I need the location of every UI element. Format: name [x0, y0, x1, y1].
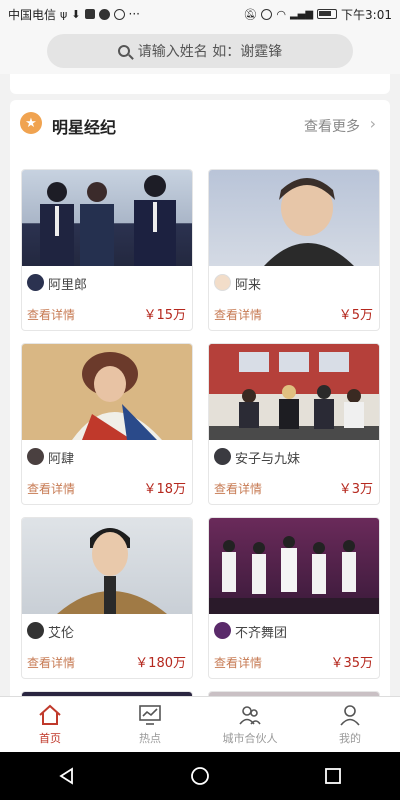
nav-mine[interactable]: 我的 — [300, 697, 400, 752]
portrait-silhouette — [72, 352, 162, 440]
artist-name: 安子与九妹 — [235, 452, 301, 467]
chevron-right-icon[interactable]: › — [370, 114, 376, 133]
artist-photo[interactable] — [209, 170, 379, 266]
artist-price: ￥3万 — [338, 482, 373, 497]
nav-label: 我的 — [339, 731, 361, 745]
star-agency-section: ★ 明星经纪 查看更多 › 阿里郎 查看详情 ￥15万 阿来 查看详情 ￥5万 … — [10, 100, 390, 696]
search-input[interactable]: 请输入姓名 如：谢霆锋 — [47, 34, 353, 68]
artist-price: ￥35万 — [330, 656, 373, 671]
nav-home[interactable]: 首页 — [0, 697, 100, 752]
artist-name: 阿里郎 — [48, 278, 88, 293]
nav-label: 热点 — [139, 731, 161, 745]
artist-name: 不齐舞团 — [235, 626, 288, 641]
view-detail-link[interactable]: 查看详情 — [27, 654, 75, 671]
status-bar: 中国电信 ψ ⬇ ··· 🔕︎ ◠ ▂▄▆ 下午3:01 — [0, 0, 400, 28]
signal-icon: ▂▄▆ — [289, 8, 314, 20]
search-icon — [117, 45, 130, 57]
chat-icon — [98, 8, 110, 20]
avatar — [27, 448, 44, 465]
artist-photo[interactable] — [22, 344, 192, 440]
recents-icon[interactable] — [323, 766, 343, 786]
group-silhouettes — [40, 175, 176, 266]
section-header: ★ 明星经纪 查看更多 › — [10, 100, 390, 150]
avatar — [214, 448, 231, 465]
trend-chart-icon — [139, 704, 161, 725]
artist-card[interactable]: 阿来 查看详情 ￥5万 — [208, 169, 380, 331]
section-title: 明星经纪 — [52, 118, 117, 137]
clock: 下午3:01 — [341, 7, 392, 22]
home-icon — [39, 704, 61, 725]
user-icon — [340, 704, 360, 726]
previous-section-card — [10, 74, 390, 94]
content-scroll[interactable]: ★ 明星经纪 查看更多 › 阿里郎 查看详情 ￥15万 阿来 查看详情 ￥5万 … — [0, 74, 400, 696]
artist-price: ￥180万 — [135, 656, 186, 671]
view-detail-link[interactable]: 查看详情 — [214, 654, 262, 671]
artist-price: ￥5万 — [338, 308, 373, 323]
view-detail-link[interactable]: 查看详情 — [27, 480, 75, 497]
artist-card[interactable]: 阿肆 查看详情 ￥18万 — [21, 343, 193, 505]
artist-photo[interactable] — [22, 518, 192, 614]
artist-photo[interactable] — [209, 344, 379, 440]
group-silhouettes — [209, 344, 379, 440]
shield-icon — [84, 9, 95, 19]
view-detail-link[interactable]: 查看详情 — [214, 480, 262, 497]
artist-price: ￥18万 — [143, 482, 186, 497]
view-detail-link[interactable]: 查看详情 — [27, 306, 75, 323]
artist-price: ￥15万 — [143, 308, 186, 323]
artist-card[interactable]: 阿里郎 查看详情 ￥15万 — [21, 169, 193, 331]
artist-card[interactable]: 艾伦 查看详情 ￥180万 — [21, 517, 193, 679]
search-bar-area: 请输入姓名 如：谢霆锋 — [0, 28, 400, 74]
usb-icon: ψ — [60, 7, 68, 21]
battery-icon — [317, 9, 338, 19]
star-icon: ★ — [20, 112, 42, 134]
browser-icon — [113, 8, 125, 20]
partners-icon — [239, 705, 261, 725]
home-circle-icon[interactable] — [190, 766, 210, 786]
artist-photo[interactable] — [22, 170, 192, 266]
bottom-nav: 首页 热点 城市合伙人 我的 — [0, 696, 400, 752]
download-icon: ⬇ — [71, 7, 81, 21]
eye-icon — [261, 8, 273, 20]
more-icon: ··· — [128, 7, 140, 21]
view-detail-link[interactable]: 查看详情 — [214, 306, 262, 323]
portrait-silhouette — [264, 178, 354, 266]
mute-icon: 🔕︎ — [243, 7, 258, 21]
back-icon[interactable] — [57, 766, 77, 786]
nav-label: 城市合伙人 — [222, 731, 278, 745]
search-placeholder: 请输入姓名 如：谢霆锋 — [137, 44, 283, 60]
view-more-link[interactable]: 查看更多 — [304, 116, 360, 136]
avatar — [27, 274, 44, 291]
system-nav-bar — [0, 752, 400, 800]
dance-group-silhouettes — [209, 536, 379, 614]
avatar — [214, 622, 231, 639]
nav-label: 首页 — [39, 731, 61, 745]
nav-city-partner[interactable]: 城市合伙人 — [200, 697, 300, 752]
artist-name: 阿肆 — [48, 452, 75, 467]
wifi-icon: ◠ — [276, 7, 286, 21]
artist-photo[interactable] — [209, 518, 379, 614]
carrier-label: 中国电信 — [8, 7, 57, 22]
artist-name: 艾伦 — [48, 626, 75, 641]
artist-card[interactable]: 安子与九妹 查看详情 ￥3万 — [208, 343, 380, 505]
nav-hot[interactable]: 热点 — [100, 697, 200, 752]
avatar — [214, 274, 231, 291]
avatar — [27, 622, 44, 639]
portrait-silhouette — [57, 528, 167, 614]
artist-card[interactable]: 不齐舞团 查看详情 ￥35万 — [208, 517, 380, 679]
artist-name: 阿来 — [235, 278, 262, 293]
